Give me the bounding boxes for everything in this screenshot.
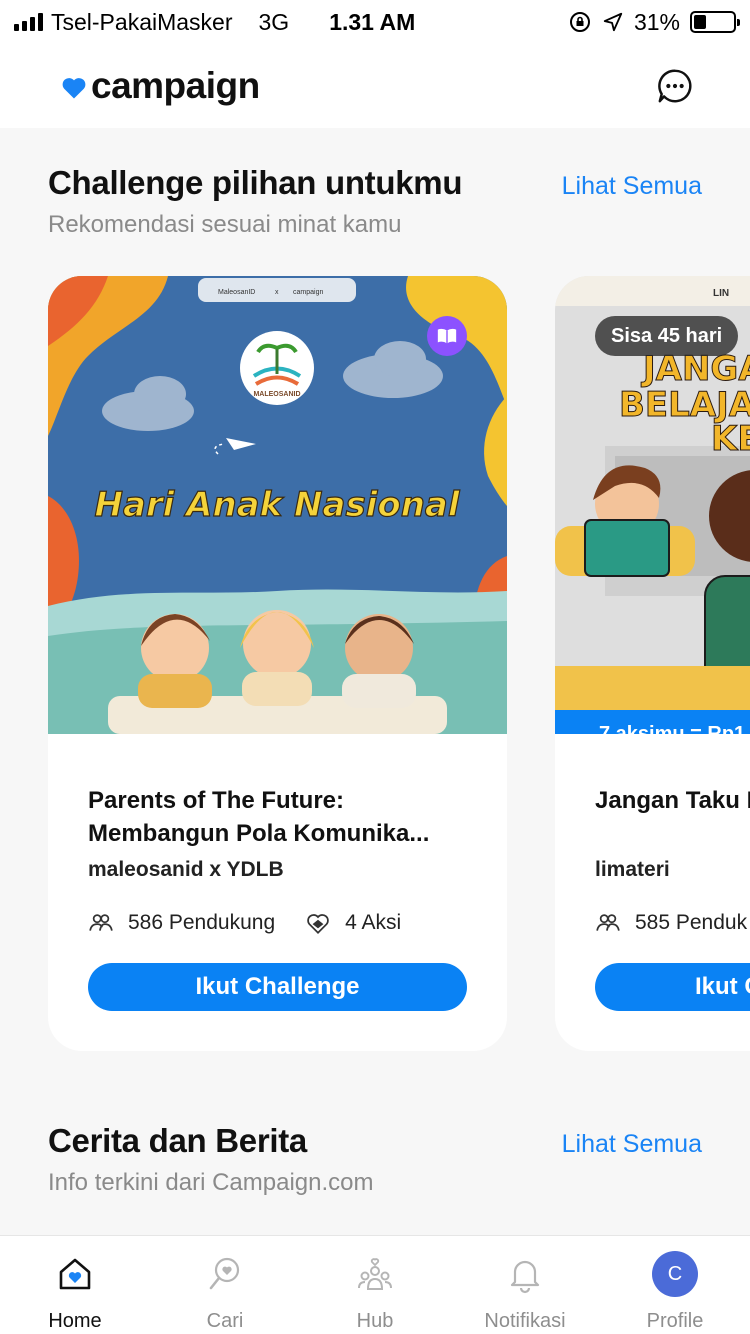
days-left-badge: Sisa 45 hari [595,316,739,356]
join-challenge-button[interactable]: Ikut C [595,963,750,1011]
image-title-text: Hari Anak Nasional [94,485,460,525]
join-challenge-button[interactable]: Ikut Challenge [88,963,467,1011]
supporters-icon [596,914,620,931]
bottom-nav: Home Cari Hub Notifikasi C Profile [0,1235,750,1334]
tab-label: Cari [206,1310,244,1332]
tab-label: Profile [646,1310,704,1332]
image-header-left: LIN [713,288,729,299]
image-logo-text: MALEOSANID [253,391,300,398]
supporters-count: 586 Pendukung [128,911,276,934]
network-type: 3G [258,8,290,35]
book-badge-icon [427,316,467,356]
clock: 1.31 AM [329,8,416,35]
rotation-lock-icon [569,12,590,32]
tab-label: Notifikasi [484,1310,566,1332]
image-header-x: x [275,289,279,296]
tab-notifications[interactable]: Notifikasi [450,1236,600,1334]
tab-label: Hub [356,1310,394,1332]
supporters-count: 585 Penduk [635,911,748,934]
section-subtitle: Rekomendasi sesuai minat kamu [48,211,402,238]
home-icon [59,1258,91,1290]
challenge-title[interactable]: Parents of The Future: Membangun Pola Ko… [88,784,468,850]
app-logo[interactable]: campaign [60,65,260,107]
tab-home[interactable]: Home [0,1236,150,1334]
app-screen: Tsel-PakaiMasker 3G 1.31 AM 31% campaign [0,0,750,1334]
tab-profile[interactable]: C Profile [600,1236,750,1334]
app-header: campaign [0,44,750,128]
signal-icon [14,13,43,31]
avatar: C [652,1251,698,1297]
challenge-card[interactable]: LIN JANGA BELAJA KE Sisa 45 hari 7 aksim… [555,276,750,1051]
see-all-stories-link[interactable]: Lihat Semua [562,1130,702,1159]
challenge-organizer: maleosanid x YDLB [88,858,284,881]
community-hub-icon [358,1258,392,1290]
chat-icon[interactable] [656,67,694,105]
image-header-left: MaleosanID [218,289,255,296]
section-subtitle: Info terkini dari Campaign.com [48,1169,374,1196]
actions-icon [307,914,329,934]
challenge-card[interactable]: MaleosanID x campaign MALEOSANID Hari An… [48,276,507,1051]
challenge-image: LIN JANGA BELAJA KE Sisa 45 hari 7 aksim… [555,276,750,734]
bell-icon [510,1260,540,1294]
image-header-right: campaign [293,289,323,296]
see-all-challenges-link[interactable]: Lihat Semua [562,172,702,201]
section-title: Challenge pilihan untukmu [48,164,463,201]
battery-icon [690,11,740,33]
reward-ribbon: 7 aksimu = Rp1 [555,710,750,734]
actions-count: 4 Aksi [345,911,402,934]
challenge-section-header: Challenge pilihan untukmu Lihat Semua [48,164,702,202]
tab-hub[interactable]: Hub [300,1236,450,1334]
carrier-name: Tsel-PakaiMasker [51,8,233,35]
challenge-image: MaleosanID x campaign MALEOSANID Hari An… [48,276,507,734]
section-title: Cerita dan Berita [48,1122,307,1159]
heart-logo-icon [62,78,86,99]
tab-search[interactable]: Cari [150,1236,300,1334]
stories-section-header: Cerita dan Berita Lihat Semua [48,1122,702,1160]
challenge-organizer: limateri [595,858,670,881]
challenge-stats: 585 Penduk [595,910,747,936]
image-text-3: KE [711,419,750,459]
tab-label: Home [48,1310,102,1332]
location-arrow-icon [603,12,623,32]
status-bar: Tsel-PakaiMasker 3G 1.31 AM 31% [0,0,750,44]
battery-percent: 31% [633,8,680,35]
challenge-title[interactable]: Jangan Taku Luar Kelas! [595,784,750,817]
app-name: campaign [91,65,260,106]
supporters-icon [89,914,113,931]
search-icon [209,1257,240,1290]
challenge-stats: 586 Pendukung 4 Aksi [88,910,401,936]
